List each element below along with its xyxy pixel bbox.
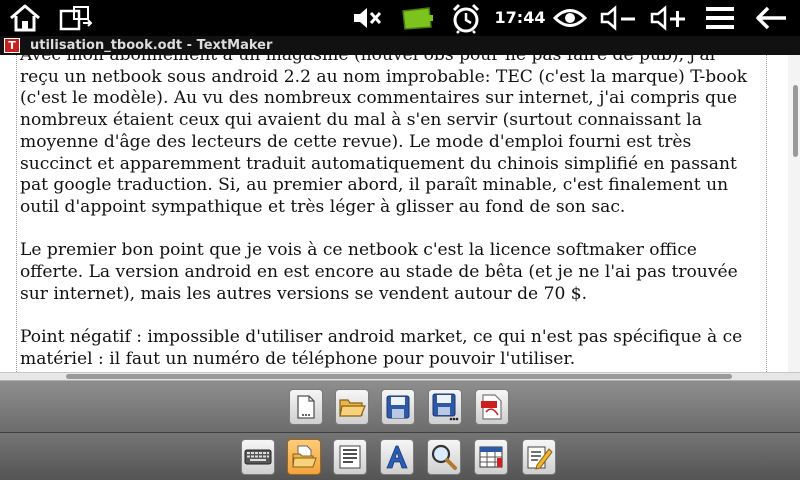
battery-icon <box>398 2 438 34</box>
title-bar: T utilisation_tbook.odt - TextMaker <box>0 36 800 55</box>
new-document-button[interactable] <box>289 389 323 425</box>
menu-icon[interactable] <box>700 2 740 34</box>
clock: 17:44 <box>494 8 546 27</box>
text-line: Le premier bon point que je vois à ce ne… <box>20 240 697 261</box>
text-line: moyenne d'âge des lecteurs de cette revu… <box>20 131 692 152</box>
export-pdf-button[interactable] <box>475 389 509 425</box>
magnifier-icon <box>431 444 457 470</box>
text-line: outil d'appoint sympathique et très lége… <box>20 196 626 217</box>
volume-down-icon[interactable] <box>596 2 640 34</box>
new-document-icon <box>297 395 315 419</box>
textmaker-logo: T <box>4 38 20 53</box>
switch-windows-icon[interactable] <box>56 2 96 34</box>
mute-icon[interactable] <box>346 2 386 34</box>
letter-a-icon <box>386 445 408 469</box>
keyboard-button[interactable] <box>241 439 275 475</box>
back-icon[interactable] <box>752 2 792 34</box>
file-toolbar <box>0 380 800 432</box>
text-line: sur internet), mais les autres versions … <box>20 283 588 304</box>
text-line: Point négatif : impossible d'utiliser an… <box>20 327 743 348</box>
text-line: pat google traduction. Si, au premier ab… <box>20 175 729 196</box>
vertical-scrollbar-thumb[interactable] <box>793 85 798 157</box>
page-margin-left <box>16 55 17 372</box>
text-line: reçu un netbook sous android 2.2 au nom … <box>20 66 748 87</box>
paragraph[interactable]: Point négatif : impossible d'utiliser an… <box>20 327 765 370</box>
document-area[interactable]: Avec mon abonnement à un magasine (nouve… <box>0 55 800 372</box>
text-line: (c'est le modèle). Au vu des nombreux co… <box>20 88 738 109</box>
paragraph[interactable]: Le premier bon point que je vois à ce ne… <box>20 240 765 305</box>
character-format-button[interactable] <box>380 439 414 475</box>
open-folder-button[interactable] <box>335 389 369 425</box>
open-folder-icon <box>339 399 366 417</box>
text-line: nombreux étaient ceux qui avaient du mal… <box>20 110 702 131</box>
pdf-icon <box>481 394 502 420</box>
document-text[interactable]: Avec mon abonnement à un magasine (nouve… <box>20 55 765 372</box>
save-icon <box>386 395 410 419</box>
file-folder-icon <box>292 445 317 468</box>
text-line: offerte. La version android en est encor… <box>20 262 738 283</box>
paragraph[interactable]: Avec mon abonnement à un magasine (nouve… <box>20 55 765 219</box>
save-button[interactable] <box>381 389 415 425</box>
save-as-button[interactable] <box>428 389 462 425</box>
text-line: matériel : il faut un numéro de téléphon… <box>20 348 576 369</box>
window-title: utilisation_tbook.odt - TextMaker <box>30 38 273 53</box>
edit-pencil-icon <box>527 446 553 470</box>
eye-icon[interactable] <box>550 2 590 34</box>
keyboard-icon <box>244 449 272 465</box>
volume-up-icon[interactable] <box>646 2 690 34</box>
page-margin-right <box>766 55 767 372</box>
status-bar: 17:44 <box>0 0 800 36</box>
main-toolbar <box>0 432 800 480</box>
save-as-icon <box>432 393 459 421</box>
paragraph-icon <box>339 445 361 469</box>
home-icon[interactable] <box>6 2 44 34</box>
edit-button[interactable] <box>522 439 556 475</box>
table-button[interactable] <box>474 439 508 475</box>
file-menu-button[interactable] <box>287 439 321 475</box>
text-line: succinct et apparemment traduit automati… <box>20 153 737 174</box>
horizontal-scrollbar-thumb[interactable] <box>66 374 732 379</box>
zoom-button[interactable] <box>427 439 461 475</box>
paragraph-button[interactable] <box>333 439 367 475</box>
alarm-icon[interactable] <box>446 2 486 34</box>
text-line: Avec mon abonnement à un magasine (nouve… <box>20 55 716 65</box>
table-icon <box>479 446 503 468</box>
